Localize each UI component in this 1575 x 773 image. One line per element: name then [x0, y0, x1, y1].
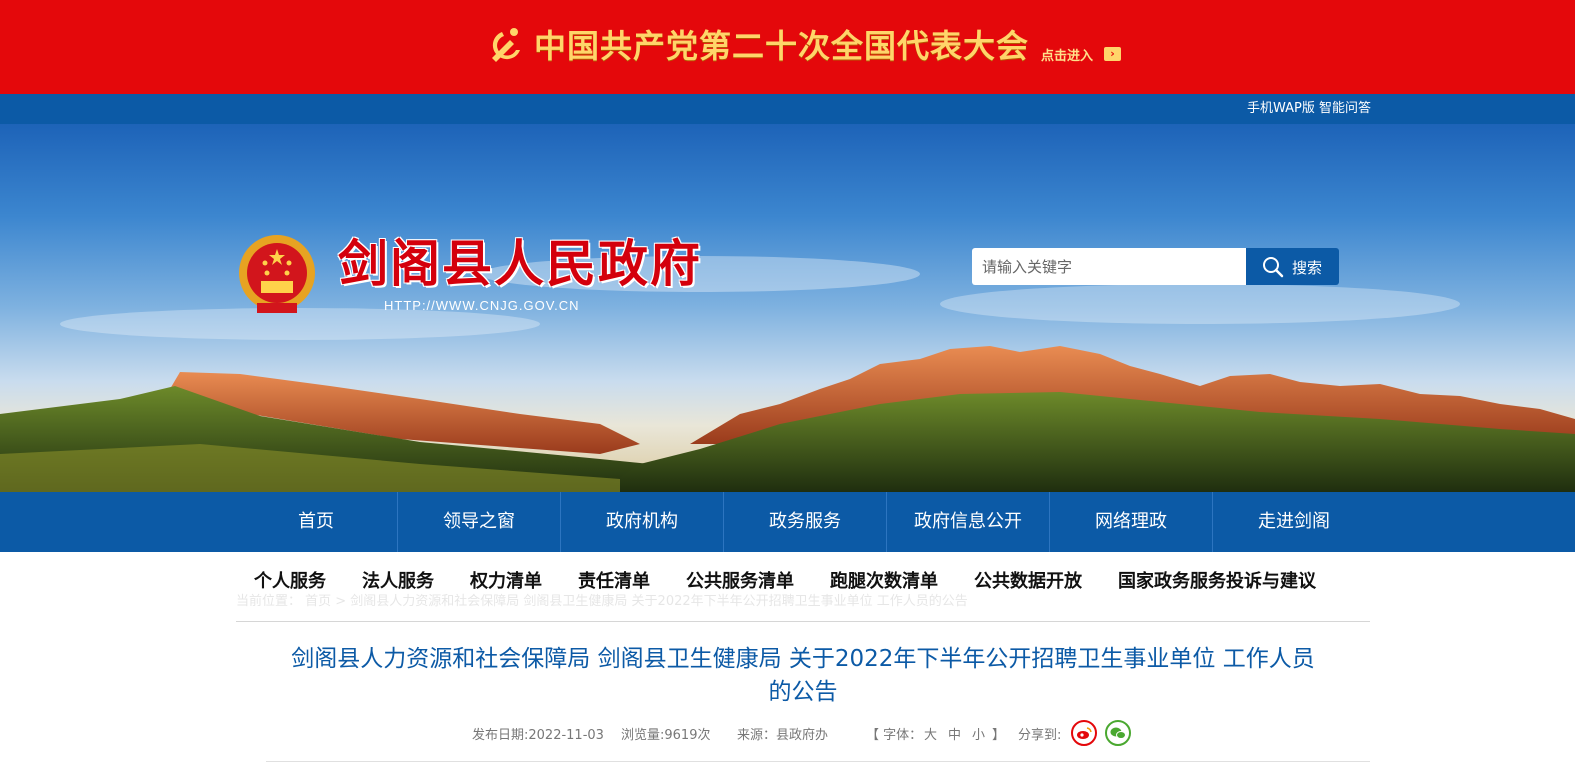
- wechat-icon[interactable]: [1105, 720, 1131, 746]
- article-meta: 发布日期:2022-11-03 浏览量:9619次 来源：县政府办 【 字体： …: [236, 722, 1370, 744]
- sub-navigation: 个人服务 法人服务 权力清单 责任清单 公共服务清单 跑腿次数清单 公共数据开放…: [254, 565, 1352, 599]
- site-url: HTTP://WWW.CNJG.GOV.CN: [384, 298, 580, 313]
- divider: [236, 621, 1370, 622]
- national-emblem-icon: [239, 235, 315, 313]
- search-button[interactable]: 搜索: [1246, 248, 1339, 285]
- article-title-line2: 的公告: [768, 679, 838, 705]
- wechat-glyph: [1110, 727, 1126, 739]
- divider: [266, 761, 1370, 762]
- article-title-line1: 剑阁县人力资源和社会保障局 剑阁县卫生健康局 关于2022年下半年公开招聘卫生事…: [291, 646, 1315, 672]
- sub-nav-corporate-services[interactable]: 法人服务: [362, 565, 434, 599]
- font-small-button[interactable]: 小: [972, 724, 985, 743]
- party-congress-title: 中国共产党第二十次全国代表大会: [534, 27, 1030, 65]
- sub-nav-personal-services[interactable]: 个人服务: [254, 565, 326, 599]
- nav-information-disclosure[interactable]: 政府信息公开: [887, 492, 1050, 552]
- search-input[interactable]: [972, 248, 1246, 285]
- site-title: 剑阁县人民政府: [338, 234, 702, 293]
- sub-nav-errand-list[interactable]: 跑腿次数清单: [830, 565, 938, 599]
- font-size-close: 】: [992, 728, 1006, 743]
- article-source: 来源：县政府办: [737, 728, 829, 743]
- utility-links: 手机WAP版 智能问答: [1247, 94, 1371, 124]
- search-button-label: 搜索: [1292, 259, 1323, 277]
- font-large-button[interactable]: 大: [924, 724, 937, 743]
- share-label: 分享到:: [1018, 728, 1062, 743]
- sub-nav-public-service-list[interactable]: 公共服务清单: [686, 565, 794, 599]
- font-size-label: 【 字体：: [866, 728, 923, 743]
- party-congress-banner[interactable]: 中国共产党第二十次全国代表大会 点击进入 ›: [0, 0, 1575, 94]
- view-count: 浏览量:9619次: [621, 728, 711, 743]
- wap-link[interactable]: 手机WAP版: [1247, 101, 1315, 116]
- main-navigation: 首页 领导之窗 政府机构 政务服务 政府信息公开 网络理政 走进剑阁: [0, 492, 1575, 552]
- utility-bar: 手机WAP版 智能问答: [0, 94, 1575, 124]
- nav-government-services[interactable]: 政务服务: [724, 492, 887, 552]
- weibo-icon[interactable]: [1071, 720, 1097, 746]
- sub-nav-power-list[interactable]: 权力清单: [470, 565, 542, 599]
- nav-leadership[interactable]: 领导之窗: [398, 492, 561, 552]
- nav-home[interactable]: 首页: [235, 492, 398, 552]
- publish-date: 发布日期:2022-11-03: [472, 728, 604, 743]
- hero-banner: 剑阁县人民政府 HTTP://WWW.CNJG.GOV.CN 搜索: [0, 124, 1575, 492]
- weibo-glyph: [1077, 727, 1092, 739]
- nav-government-agencies[interactable]: 政府机构: [561, 492, 724, 552]
- sub-nav-responsibility-list[interactable]: 责任清单: [578, 565, 650, 599]
- article-title: 剑阁县人力资源和社会保障局 剑阁县卫生健康局 关于2022年下半年公开招聘卫生事…: [236, 643, 1370, 709]
- arrow-right-icon[interactable]: ›: [1104, 47, 1121, 61]
- smart-qa-link[interactable]: 智能问答: [1319, 101, 1371, 116]
- nav-about-jiange[interactable]: 走进剑阁: [1213, 492, 1375, 552]
- font-medium-button[interactable]: 中: [948, 724, 961, 743]
- enter-link[interactable]: 点击进入: [1041, 45, 1093, 64]
- nav-online-governance[interactable]: 网络理政: [1050, 492, 1213, 552]
- party-emblem-icon: [492, 28, 520, 62]
- sub-nav-complaints[interactable]: 国家政务服务投诉与建议: [1118, 565, 1316, 599]
- sub-nav-open-data[interactable]: 公共数据开放: [974, 565, 1082, 599]
- search-icon: [1263, 257, 1284, 278]
